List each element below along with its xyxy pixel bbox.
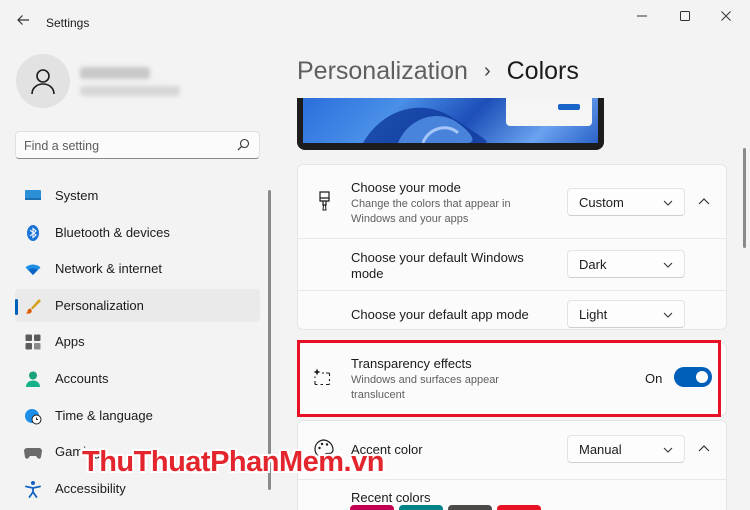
sidebar-item-label: Accessibility bbox=[55, 480, 126, 496]
recent-color-swatch[interactable] bbox=[350, 505, 394, 510]
window-title: Settings bbox=[46, 16, 90, 30]
chevron-down-icon bbox=[663, 447, 673, 453]
sidebar-item-label: System bbox=[55, 188, 99, 203]
preview-window bbox=[506, 98, 592, 126]
recent-colors-title: Recent colors bbox=[351, 490, 431, 505]
person-icon bbox=[31, 69, 55, 95]
accent-color-dropdown[interactable]: Manual bbox=[567, 435, 685, 463]
recent-color-swatch[interactable] bbox=[497, 505, 541, 510]
brush-icon bbox=[25, 298, 41, 314]
sidebar-item-apps[interactable]: Apps bbox=[15, 325, 260, 358]
selection-indicator bbox=[15, 298, 18, 315]
wifi-icon bbox=[25, 264, 41, 276]
windows-mode-title: Choose your default Windows mode bbox=[351, 250, 524, 281]
recent-color-swatch[interactable] bbox=[448, 505, 492, 510]
mode-title: Choose your mode bbox=[351, 180, 461, 195]
sidebar-item-label: Apps bbox=[55, 334, 85, 350]
gamepad-icon bbox=[24, 448, 42, 459]
minimize-icon[interactable] bbox=[624, 6, 660, 28]
back-arrow-icon[interactable] bbox=[12, 12, 34, 34]
breadcrumb-parent[interactable]: Personalization bbox=[297, 57, 468, 86]
breadcrumb: Personalization › Colors bbox=[297, 54, 579, 88]
sidebar-scrollbar[interactable] bbox=[268, 190, 271, 490]
wallpaper-preview bbox=[303, 98, 598, 143]
divider bbox=[298, 290, 726, 291]
paintbrush-icon bbox=[319, 191, 330, 211]
avatar[interactable] bbox=[16, 54, 70, 108]
chevron-down-icon bbox=[663, 262, 673, 268]
search-input[interactable] bbox=[24, 137, 224, 154]
sidebar-item-label: Network & internet bbox=[55, 261, 162, 277]
search-box[interactable] bbox=[15, 131, 260, 159]
bluetooth-icon bbox=[27, 224, 39, 241]
profile-name-redacted bbox=[80, 67, 150, 79]
chevron-up-icon[interactable] bbox=[697, 197, 711, 207]
preview-accent-button bbox=[558, 104, 580, 110]
profile-email-redacted bbox=[80, 86, 180, 96]
sidebar-item-label: Personalization bbox=[55, 297, 144, 313]
monitor-icon bbox=[25, 190, 41, 200]
app-mode-dropdown-value: Light bbox=[579, 307, 608, 322]
chevron-down-icon bbox=[663, 312, 673, 318]
close-icon[interactable] bbox=[708, 6, 744, 28]
app-mode-title: Choose your default app mode bbox=[351, 307, 529, 322]
sidebar-item-label: Bluetooth & devices bbox=[55, 224, 170, 240]
divider bbox=[298, 238, 726, 239]
maximize-icon[interactable] bbox=[667, 6, 703, 28]
sidebar-item-personalization[interactable]: Personalization bbox=[15, 288, 260, 322]
sidebar-item-label: Accounts bbox=[55, 370, 109, 386]
apps-icon bbox=[25, 334, 41, 350]
mode-dropdown[interactable]: Custom bbox=[567, 188, 685, 216]
watermark: ThuThuatPhanMem.vn bbox=[82, 446, 384, 478]
theme-preview bbox=[297, 98, 604, 150]
divider bbox=[298, 479, 726, 480]
accessibility-icon bbox=[25, 480, 41, 498]
breadcrumb-separator: › bbox=[483, 59, 491, 82]
recent-color-swatch[interactable] bbox=[399, 505, 443, 510]
mode-settings-card: Choose your mode Change the colors that … bbox=[297, 164, 727, 330]
windows-mode-dropdown-value: Dark bbox=[579, 257, 607, 272]
sidebar-item-bluetooth[interactable]: Bluetooth & devices bbox=[15, 216, 260, 249]
globe-clock-icon bbox=[25, 408, 42, 425]
highlight-annotation-box bbox=[297, 340, 721, 417]
mode-description: Change the colors that appear in Windows… bbox=[351, 198, 511, 225]
chevron-up-icon[interactable] bbox=[697, 444, 711, 454]
sidebar-item-time-language[interactable]: Time & language bbox=[15, 399, 260, 432]
page-title: Colors bbox=[506, 56, 579, 85]
mode-dropdown-value: Custom bbox=[579, 195, 624, 210]
sidebar-item-network[interactable]: Network & internet bbox=[15, 252, 260, 285]
accent-color-dropdown-value: Manual bbox=[579, 442, 622, 457]
account-icon bbox=[26, 371, 40, 387]
sidebar-item-label: Time & language bbox=[55, 407, 153, 423]
main-scrollbar[interactable] bbox=[743, 148, 746, 248]
search-icon[interactable] bbox=[235, 137, 251, 153]
windows-mode-dropdown[interactable]: Dark bbox=[567, 250, 685, 278]
title-bar: Settings bbox=[0, 0, 750, 46]
sidebar-item-accounts[interactable]: Accounts bbox=[15, 362, 260, 395]
chevron-down-icon bbox=[663, 200, 673, 206]
sidebar-item-system[interactable]: System bbox=[15, 179, 260, 212]
app-mode-dropdown[interactable]: Light bbox=[567, 300, 685, 328]
